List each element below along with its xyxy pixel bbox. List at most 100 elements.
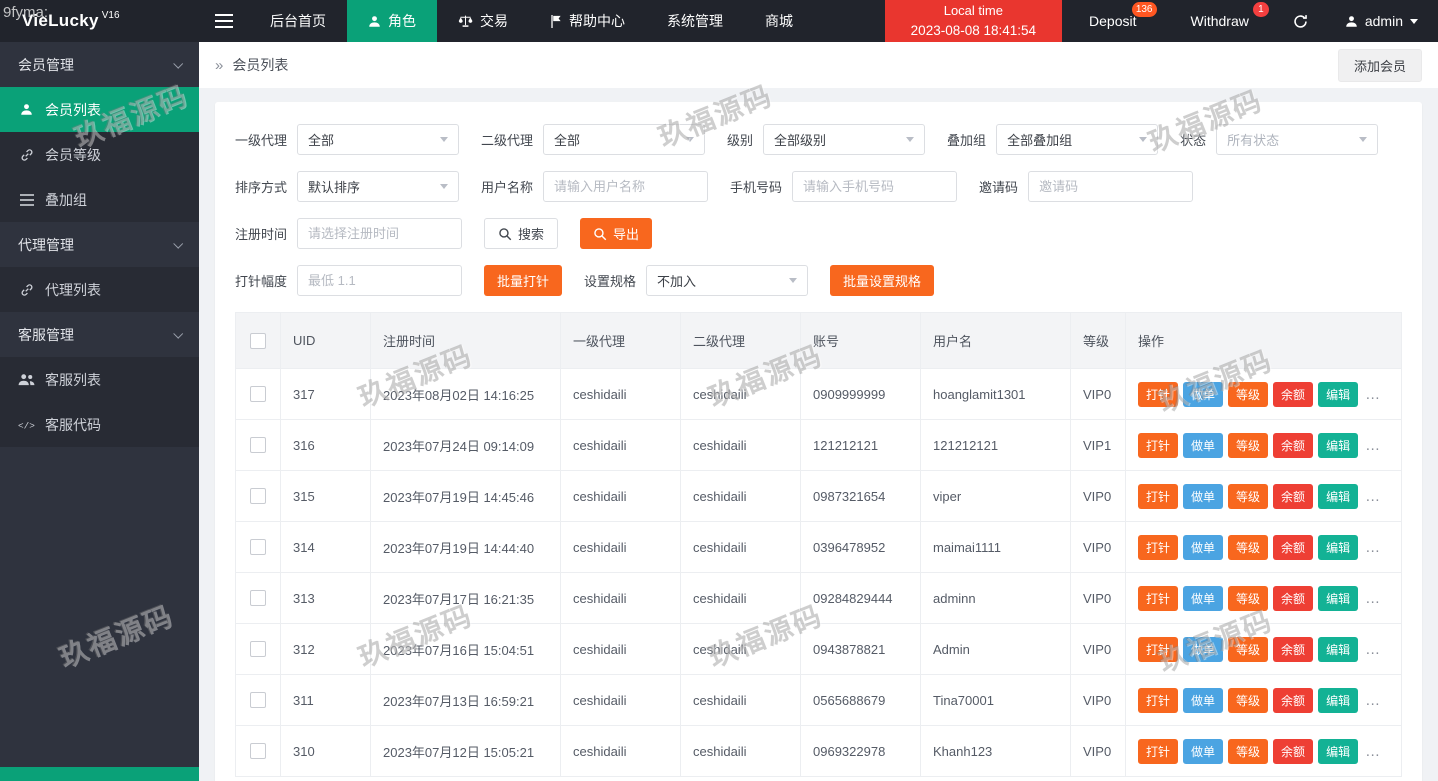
logo-version: V16 [102, 10, 120, 21]
more-actions-button[interactable]: … [1365, 692, 1382, 709]
inject-button[interactable]: 打针 [1138, 586, 1178, 611]
sidebar-item[interactable]: 代理列表 [0, 267, 199, 312]
topnav-item[interactable]: 交易 [437, 0, 529, 42]
inject-button[interactable]: 打针 [1138, 688, 1178, 713]
balance-button[interactable]: 余额 [1273, 586, 1313, 611]
inject-button[interactable]: 打针 [1138, 637, 1178, 662]
invite-code-input[interactable] [1029, 172, 1192, 201]
make-order-button[interactable]: 做单 [1183, 739, 1223, 764]
inject-button[interactable]: 打针 [1138, 382, 1178, 407]
level-button[interactable]: 等级 [1228, 739, 1268, 764]
balance-button[interactable]: 余额 [1273, 739, 1313, 764]
edit-button[interactable]: 编辑 [1318, 739, 1358, 764]
spec-select[interactable]: 不加入 [646, 265, 808, 296]
member-list-card: 一级代理全部二级代理全部级别全部级别叠加组全部叠加组状态所有状态排序方式默认排序… [215, 102, 1422, 781]
balance-button[interactable]: 余额 [1273, 688, 1313, 713]
topnav-item[interactable]: 角色 [347, 0, 437, 42]
search-button[interactable]: 搜索 [484, 218, 558, 249]
inject-button[interactable]: 打针 [1138, 484, 1178, 509]
level-button[interactable]: 等级 [1228, 586, 1268, 611]
row-checkbox[interactable] [250, 692, 266, 708]
level-button[interactable]: 等级 [1228, 688, 1268, 713]
more-actions-button[interactable]: … [1365, 590, 1382, 607]
status-select[interactable]: 所有状态 [1216, 124, 1378, 155]
second-agent-select[interactable]: 全部 [543, 124, 705, 155]
first-agent-select[interactable]: 全部 [297, 124, 459, 155]
more-actions-button[interactable]: … [1365, 488, 1382, 505]
inject-button[interactable]: 打针 [1138, 535, 1178, 560]
topnav-item[interactable]: 后台首页 [249, 0, 347, 42]
edit-button[interactable]: 编辑 [1318, 535, 1358, 560]
balance-button[interactable]: 余额 [1273, 535, 1313, 560]
sidebar-group[interactable]: 客服管理 [0, 312, 199, 357]
level-button[interactable]: 等级 [1228, 484, 1268, 509]
make-order-button[interactable]: 做单 [1183, 484, 1223, 509]
balance-button[interactable]: 余额 [1273, 637, 1313, 662]
inject-button[interactable]: 打针 [1138, 739, 1178, 764]
make-order-button[interactable]: 做单 [1183, 382, 1223, 407]
menu-toggle-icon[interactable] [199, 0, 249, 42]
overlay-group-select[interactable]: 全部叠加组 [996, 124, 1158, 155]
row-checkbox[interactable] [250, 641, 266, 657]
make-order-button[interactable]: 做单 [1183, 535, 1223, 560]
more-actions-button[interactable]: … [1365, 437, 1382, 454]
edit-button[interactable]: 编辑 [1318, 433, 1358, 458]
edit-button[interactable]: 编辑 [1318, 637, 1358, 662]
row-checkbox[interactable] [250, 437, 266, 453]
inject-range-input[interactable] [298, 266, 461, 295]
user-menu[interactable]: admin [1325, 0, 1438, 42]
more-actions-button[interactable]: … [1365, 743, 1382, 760]
row-checkbox[interactable] [250, 539, 266, 555]
sidebar-collapse-bar[interactable] [0, 767, 199, 781]
row-checkbox[interactable] [250, 743, 266, 759]
batch-inject-button[interactable]: 批量打针 [484, 265, 562, 296]
sidebar-group[interactable]: 会员管理 [0, 42, 199, 87]
deposit-button[interactable]: Deposit 136 [1062, 0, 1163, 42]
sidebar-group[interactable]: 代理管理 [0, 222, 199, 267]
edit-button[interactable]: 编辑 [1318, 382, 1358, 407]
phone-input[interactable] [793, 172, 956, 201]
make-order-button[interactable]: 做单 [1183, 433, 1223, 458]
edit-button[interactable]: 编辑 [1318, 484, 1358, 509]
more-actions-button[interactable]: … [1365, 641, 1382, 658]
balance-button[interactable]: 余额 [1273, 382, 1313, 407]
sidebar-item[interactable]: </>客服代码 [0, 402, 199, 447]
refresh-icon[interactable] [1276, 0, 1325, 42]
register-time-input[interactable] [298, 219, 461, 248]
sidebar-item[interactable]: 会员等级 [0, 132, 199, 177]
row-checkbox[interactable] [250, 590, 266, 606]
row-checkbox[interactable] [250, 386, 266, 402]
topnav-item[interactable]: 系统管理 [646, 0, 744, 42]
edit-button[interactable]: 编辑 [1318, 688, 1358, 713]
level-button[interactable]: 等级 [1228, 433, 1268, 458]
more-actions-button[interactable]: … [1365, 539, 1382, 556]
row-checkbox[interactable] [250, 488, 266, 504]
topnav-item[interactable]: 商城 [744, 0, 814, 42]
sidebar-item[interactable]: 客服列表 [0, 357, 199, 402]
export-button[interactable]: 导出 [580, 218, 652, 249]
make-order-button[interactable]: 做单 [1183, 586, 1223, 611]
level-button[interactable]: 等级 [1228, 382, 1268, 407]
balance-button[interactable]: 余额 [1273, 433, 1313, 458]
sidebar-item[interactable]: 会员列表 [0, 87, 199, 132]
balance-button[interactable]: 余额 [1273, 484, 1313, 509]
edit-button[interactable]: 编辑 [1318, 586, 1358, 611]
layers-icon [18, 194, 35, 206]
level-button[interactable]: 等级 [1228, 535, 1268, 560]
make-order-button[interactable]: 做单 [1183, 688, 1223, 713]
sidebar-item[interactable]: 叠加组 [0, 177, 199, 222]
batch-set-spec-button[interactable]: 批量设置规格 [830, 265, 934, 296]
topnav-item[interactable]: 帮助中心 [529, 0, 646, 42]
level-select[interactable]: 全部级别 [763, 124, 925, 155]
code-icon: </> [18, 419, 35, 431]
filter-label: 状态 [1180, 130, 1206, 149]
select-all-checkbox[interactable] [250, 333, 266, 349]
withdraw-button[interactable]: Withdraw 1 [1164, 0, 1276, 42]
more-actions-button[interactable]: … [1365, 386, 1382, 403]
username-input[interactable] [544, 172, 707, 201]
make-order-button[interactable]: 做单 [1183, 637, 1223, 662]
inject-button[interactable]: 打针 [1138, 433, 1178, 458]
sort-select[interactable]: 默认排序 [297, 171, 459, 202]
level-button[interactable]: 等级 [1228, 637, 1268, 662]
add-member-button[interactable]: 添加会员 [1338, 49, 1422, 82]
